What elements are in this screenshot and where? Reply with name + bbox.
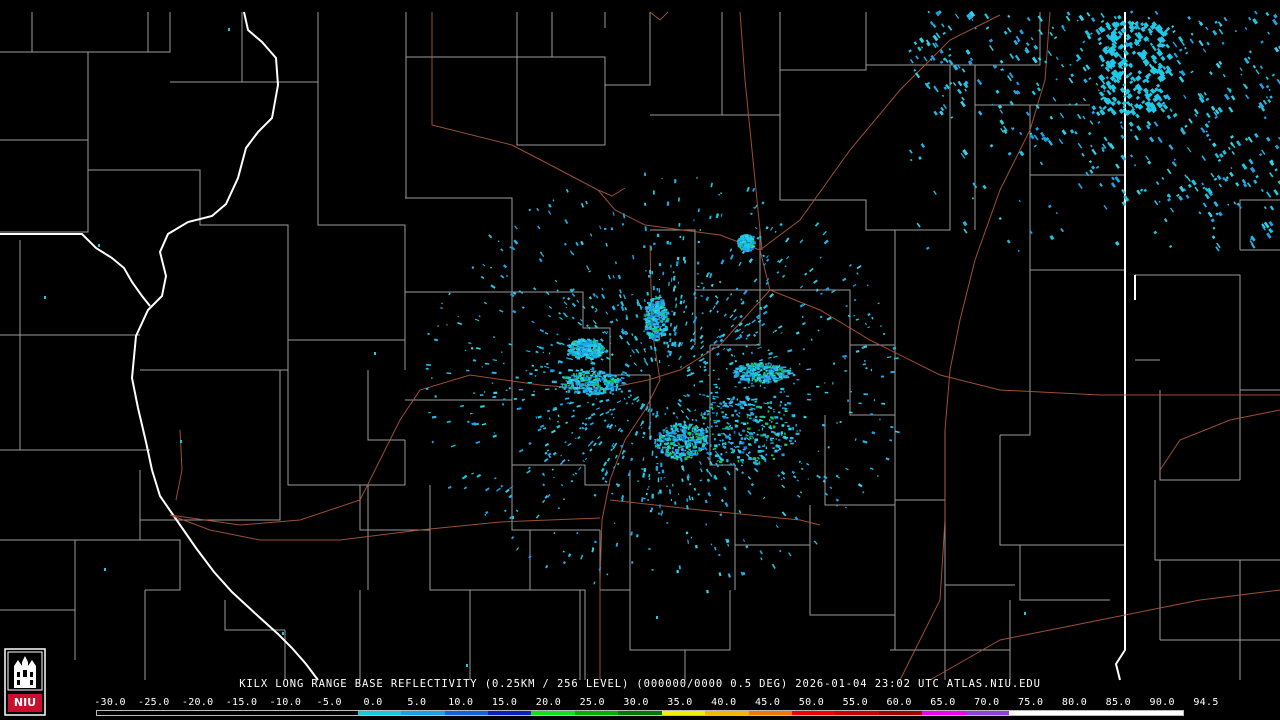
scale-label: 5.0 bbox=[407, 697, 427, 708]
scale-swatch bbox=[878, 711, 923, 715]
scale-label: 75.0 bbox=[1017, 697, 1044, 708]
scale-swatch bbox=[705, 711, 749, 715]
scale-swatch bbox=[401, 711, 445, 715]
scale-swatch bbox=[444, 711, 488, 715]
color-scale-labels: -30.0 -25.0 -20.0 -15.0 -10.0 -5.0 0.0 5.0 10.0 1… bbox=[94, 697, 1218, 709]
scale-label: -30.0 bbox=[94, 697, 126, 708]
scale-swatch bbox=[487, 711, 532, 715]
scale-label: 45.0 bbox=[754, 697, 781, 708]
scale-label: -5.0 bbox=[316, 697, 342, 708]
scale-label: -20.0 bbox=[181, 697, 214, 708]
scale-label: 10.0 bbox=[448, 697, 474, 708]
scale-swatch bbox=[574, 711, 619, 715]
scale-label: 35.0 bbox=[667, 697, 693, 708]
scale-label: 0.0 bbox=[363, 697, 383, 708]
scale-swatch bbox=[1096, 711, 1140, 715]
scale-swatch bbox=[1009, 711, 1053, 715]
scale-label: 30.0 bbox=[623, 697, 649, 708]
map-caption: KILX LONG RANGE BASE REFLECTIVITY (0.25K… bbox=[239, 678, 1041, 690]
scale-swatch bbox=[748, 711, 792, 715]
scale-label: 40.0 bbox=[711, 697, 737, 708]
scale-swatch bbox=[357, 711, 402, 715]
scale-swatch bbox=[661, 711, 706, 715]
scale-swatch bbox=[1139, 711, 1183, 715]
scale-label: 50.0 bbox=[798, 697, 825, 708]
niu-logo-text: NIU bbox=[13, 696, 37, 709]
scale-label: -10.0 bbox=[269, 697, 302, 708]
color-scale-bar bbox=[96, 710, 1184, 716]
radar-map bbox=[0, 0, 1280, 720]
scale-swatch bbox=[965, 711, 1010, 715]
scale-swatch bbox=[97, 711, 141, 715]
scale-label: 80.0 bbox=[1061, 697, 1088, 708]
scale-label: 20.0 bbox=[535, 697, 562, 708]
scale-swatch bbox=[183, 711, 228, 715]
scale-swatch bbox=[140, 711, 184, 715]
scale-label: 60.0 bbox=[886, 697, 912, 708]
scale-label: 65.0 bbox=[930, 697, 956, 708]
scale-label: -15.0 bbox=[225, 697, 258, 708]
scale-swatch bbox=[792, 711, 836, 715]
scale-label: 15.0 bbox=[491, 697, 518, 708]
scale-swatch bbox=[531, 711, 575, 715]
scale-swatch bbox=[227, 711, 271, 715]
scale-label: 55.0 bbox=[842, 697, 868, 708]
scale-swatch bbox=[314, 711, 358, 715]
scale-swatch bbox=[270, 711, 315, 715]
scale-label: -25.0 bbox=[138, 697, 170, 708]
scale-swatch bbox=[922, 711, 966, 715]
scale-swatch bbox=[1052, 711, 1097, 715]
scale-label: 90.0 bbox=[1149, 697, 1175, 708]
scale-swatch bbox=[835, 711, 879, 715]
scale-swatch bbox=[618, 711, 662, 715]
scale-label: 25.0 bbox=[579, 697, 605, 708]
scale-label: 94.5 bbox=[1193, 697, 1219, 708]
scale-label: 85.0 bbox=[1105, 697, 1131, 708]
scale-label: 70.0 bbox=[974, 697, 1000, 708]
